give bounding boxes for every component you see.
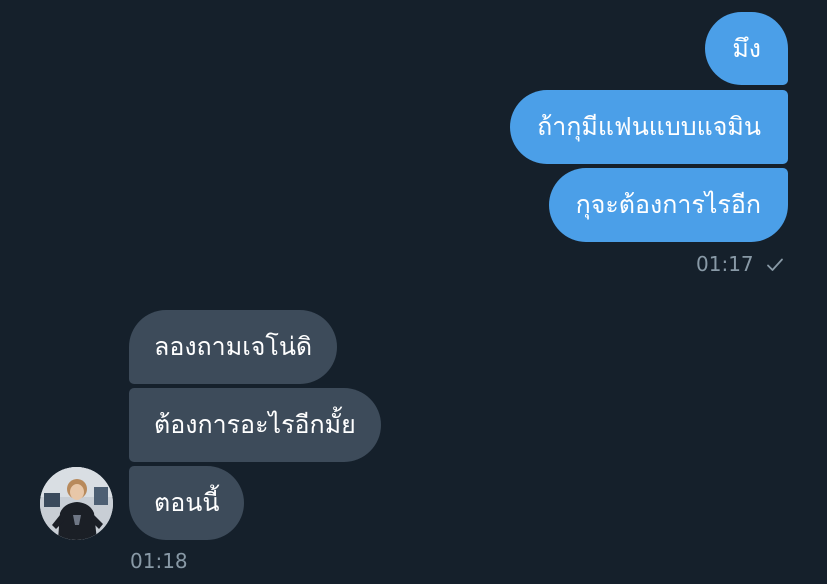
received-message-bubble[interactable]: ลองถามเจโน่ดิ bbox=[129, 310, 338, 384]
received-message-bubble[interactable]: ตอนนี้ bbox=[129, 466, 245, 540]
check-icon bbox=[766, 254, 784, 278]
sent-message-bubble[interactable]: ถ้ากุมีแฟนแบบแจมิน bbox=[510, 90, 788, 164]
message-text: ตอนนี้ bbox=[154, 488, 220, 517]
message-text: กุจะต้องการไรอีก bbox=[575, 190, 761, 219]
message-text: ถ้ากุมีแฟนแบบแจมิน bbox=[537, 112, 761, 141]
timestamp: 01:18 bbox=[130, 549, 188, 573]
message-text: ต้องการอะไรอีกมั้ย bbox=[154, 410, 356, 439]
message-text: ลองถามเจโน่ดิ bbox=[154, 332, 313, 361]
timestamp: 01:17 bbox=[696, 252, 754, 276]
sent-message-meta: 01:17 bbox=[696, 252, 784, 278]
sent-message-bubble[interactable]: กุจะต้องการไรอีก bbox=[548, 168, 788, 242]
received-message-meta: 01:18 bbox=[130, 549, 188, 573]
message-text: มึง bbox=[732, 34, 761, 63]
avatar[interactable] bbox=[40, 467, 113, 540]
sent-message-bubble[interactable]: มึง bbox=[705, 12, 788, 85]
received-message-bubble[interactable]: ต้องการอะไรอีกมั้ย bbox=[129, 388, 381, 462]
